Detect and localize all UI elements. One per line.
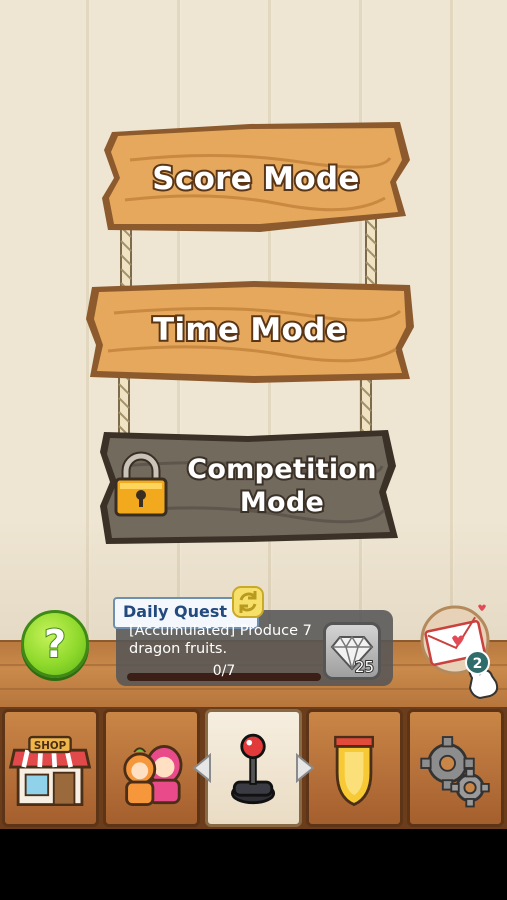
quest-description: [Accumulated] Produce 7 dragon fruits.: [129, 623, 312, 657]
shop-sign-text: SHOP: [34, 740, 67, 752]
game-screen: Score Mode Time Mode Competition Mode ? …: [0, 0, 507, 900]
play-button[interactable]: [205, 709, 302, 827]
settings-button[interactable]: [407, 709, 504, 827]
achievements-button[interactable]: [306, 709, 403, 827]
lock-icon: [114, 451, 168, 517]
bottom-letterbox: [0, 829, 507, 900]
nav-right-arrow-icon[interactable]: [293, 752, 317, 784]
score-mode-button[interactable]: Score Mode: [100, 120, 412, 238]
bottom-nav: SHOP: [0, 707, 507, 829]
nav-left-arrow-icon[interactable]: [190, 752, 214, 784]
reward-amount: 25: [354, 657, 375, 677]
refresh-icon[interactable]: [231, 585, 265, 619]
competition-mode-label: Competition Mode: [185, 452, 378, 520]
gears-icon: [420, 736, 490, 808]
quest-reward: 25: [323, 622, 381, 680]
daily-quest-panel[interactable]: Daily Quest [Accumulated] Produce 7 drag…: [113, 586, 393, 687]
friends-button[interactable]: [103, 709, 200, 827]
help-button[interactable]: ?: [21, 610, 89, 678]
mail-count-badge: 2: [465, 650, 490, 675]
time-mode-button[interactable]: Time Mode: [84, 275, 416, 385]
joystick-icon: [230, 733, 276, 805]
shop-button[interactable]: SHOP: [2, 709, 99, 827]
quest-progress-text: 0/7: [212, 663, 236, 679]
question-icon: ?: [43, 621, 67, 667]
medal-icon: [334, 735, 374, 807]
shop-icon: SHOP: [8, 735, 92, 806]
score-mode-label: Score Mode: [150, 159, 361, 199]
characters-icon: [123, 745, 183, 806]
time-mode-label: Time Mode: [151, 310, 349, 350]
mailbox-button[interactable]: 2: [418, 600, 500, 710]
